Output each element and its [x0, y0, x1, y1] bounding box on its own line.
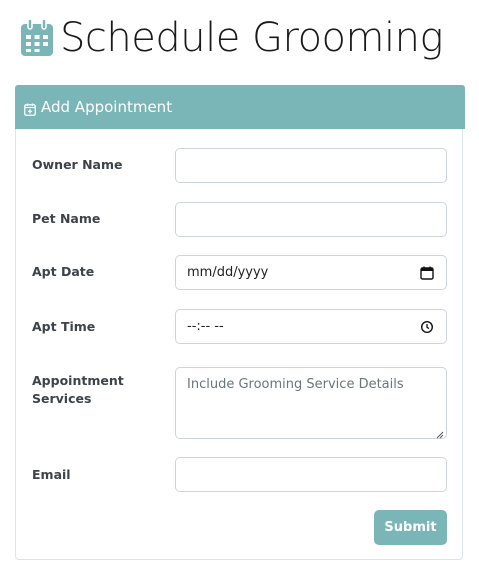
apt-date-label: Apt Date	[32, 264, 95, 279]
email-label: Email	[32, 467, 71, 482]
appointment-services-textarea[interactable]: Include Grooming Service Details	[175, 367, 447, 439]
pet-name-label: Pet Name	[32, 211, 101, 226]
pet-name-input[interactable]	[175, 202, 447, 237]
apt-date-input[interactable]: mm/dd/yyyy	[175, 255, 447, 290]
owner-name-label: Owner Name	[32, 157, 123, 172]
page-header: Schedule Grooming	[20, 12, 443, 64]
page: Schedule Grooming Add Appointment Owner …	[0, 0, 479, 575]
submit-button[interactable]: Submit	[374, 510, 447, 545]
email-input[interactable]	[175, 457, 447, 492]
resize-handle-icon[interactable]	[436, 428, 444, 439]
card-header[interactable]: Add Appointment	[15, 85, 465, 129]
card-header-label: Add Appointment	[41, 98, 173, 116]
apt-time-value: --:-- --	[187, 319, 224, 334]
page-title: Schedule Grooming	[60, 15, 443, 61]
apt-time-input[interactable]: --:-- --	[175, 309, 447, 344]
add-appointment-card: Add Appointment Owner Name Pet Name Apt …	[15, 85, 465, 560]
appointment-services-placeholder: Include Grooming Service Details	[187, 377, 404, 392]
apt-time-label: Apt Time	[32, 319, 96, 334]
calendar-picker-icon[interactable]	[420, 266, 434, 280]
appointment-services-label: Appointment Services	[32, 373, 124, 406]
calendar-icon	[20, 18, 54, 58]
calendar-plus-icon	[24, 101, 36, 116]
apt-date-value: mm/dd/yyyy	[187, 265, 269, 280]
clock-icon[interactable]	[420, 320, 434, 334]
owner-name-input[interactable]	[175, 148, 447, 183]
